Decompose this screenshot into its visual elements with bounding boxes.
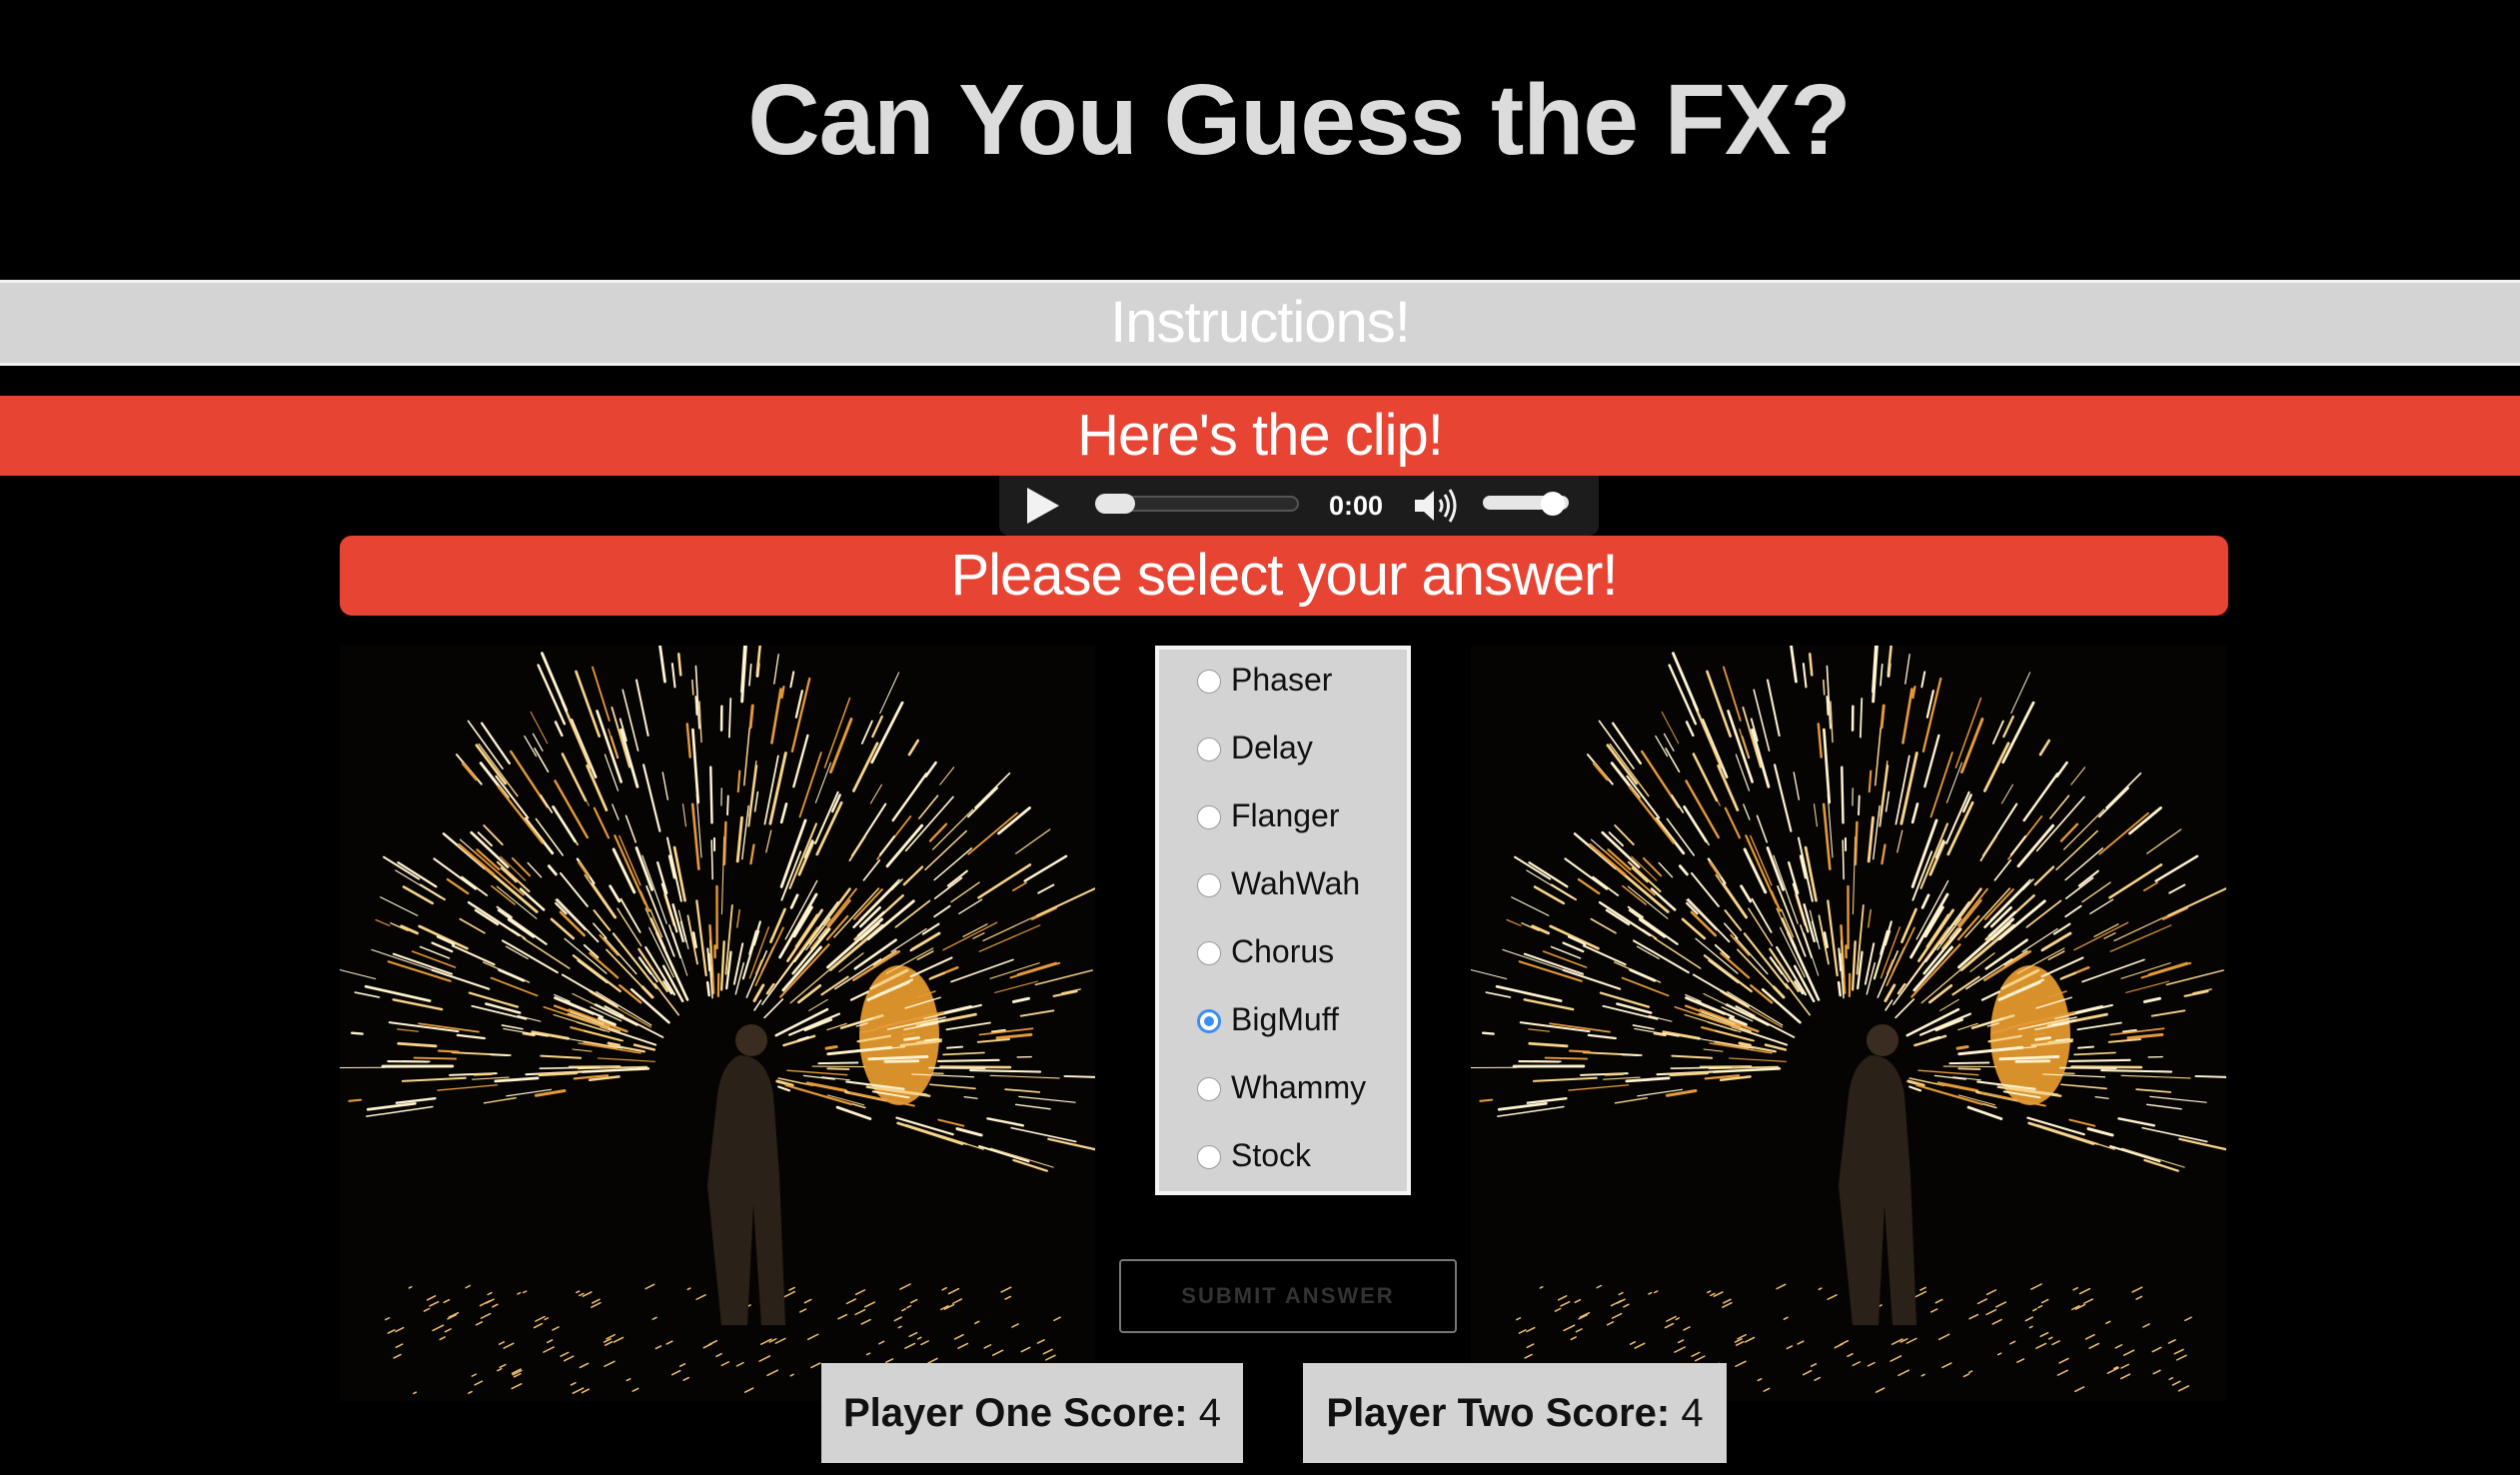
fire-spin-image-right bbox=[1471, 646, 2226, 1401]
volume-thumb[interactable] bbox=[1541, 492, 1565, 516]
player-two-score-label: Player Two Score: bbox=[1326, 1391, 1671, 1435]
option-label: Phaser bbox=[1231, 662, 1333, 698]
player-one-score: Player One Score: 4 bbox=[821, 1363, 1243, 1463]
time-display: 0:00 bbox=[1329, 491, 1384, 521]
option-label: Flanger bbox=[1231, 797, 1340, 833]
clip-heading: Here's the clip! bbox=[0, 396, 2520, 476]
option-bigmuff[interactable]: BigMuff bbox=[1197, 989, 1407, 1049]
radio-flanger[interactable] bbox=[1197, 805, 1221, 829]
game-page: Can You Guess the FX? Instructions! Here… bbox=[0, 0, 2520, 1475]
seek-thumb[interactable] bbox=[1095, 494, 1135, 514]
fx-options-list: Phaser Delay Flanger WahWah Chorus BigMu… bbox=[1155, 646, 1411, 1195]
option-flanger[interactable]: Flanger bbox=[1197, 785, 1407, 845]
option-label: Delay bbox=[1231, 730, 1313, 765]
option-wahwah[interactable]: WahWah bbox=[1197, 853, 1407, 913]
radio-stock[interactable] bbox=[1197, 1145, 1221, 1169]
radio-chorus[interactable] bbox=[1197, 941, 1221, 965]
player-one-score-label: Player One Score: bbox=[843, 1391, 1188, 1435]
radio-whammy[interactable] bbox=[1197, 1077, 1221, 1101]
play-icon[interactable] bbox=[1027, 488, 1059, 524]
player-two-score: Player Two Score: 4 bbox=[1303, 1363, 1727, 1463]
radio-wahwah[interactable] bbox=[1197, 873, 1221, 897]
option-chorus[interactable]: Chorus bbox=[1197, 921, 1407, 981]
instructions-button[interactable]: Instructions! bbox=[0, 280, 2520, 366]
player-one-score-value: 4 bbox=[1198, 1391, 1221, 1435]
audio-player: 0:00 bbox=[999, 476, 1599, 536]
page-title: Can You Guess the FX? bbox=[747, 64, 1851, 176]
option-label: Stock bbox=[1231, 1137, 1312, 1173]
fire-spin-image-left bbox=[340, 646, 1095, 1401]
option-label: Chorus bbox=[1231, 933, 1335, 969]
radio-delay[interactable] bbox=[1197, 738, 1221, 761]
option-phaser[interactable]: Phaser bbox=[1197, 650, 1407, 710]
option-label: BigMuff bbox=[1231, 1001, 1339, 1037]
answer-prompt: Please select your answer! bbox=[340, 536, 2228, 616]
submit-answer-button[interactable]: SUBMIT ANSWER bbox=[1119, 1259, 1457, 1333]
option-whammy[interactable]: Whammy bbox=[1197, 1057, 1407, 1117]
option-delay[interactable]: Delay bbox=[1197, 718, 1407, 777]
option-label: Whammy bbox=[1231, 1069, 1367, 1105]
radio-bigmuff[interactable] bbox=[1197, 1009, 1221, 1033]
option-label: WahWah bbox=[1231, 865, 1361, 901]
player-two-score-value: 4 bbox=[1681, 1391, 1704, 1435]
option-stock[interactable]: Stock bbox=[1197, 1125, 1407, 1185]
radio-phaser[interactable] bbox=[1197, 670, 1221, 694]
volume-icon[interactable] bbox=[1413, 488, 1463, 524]
